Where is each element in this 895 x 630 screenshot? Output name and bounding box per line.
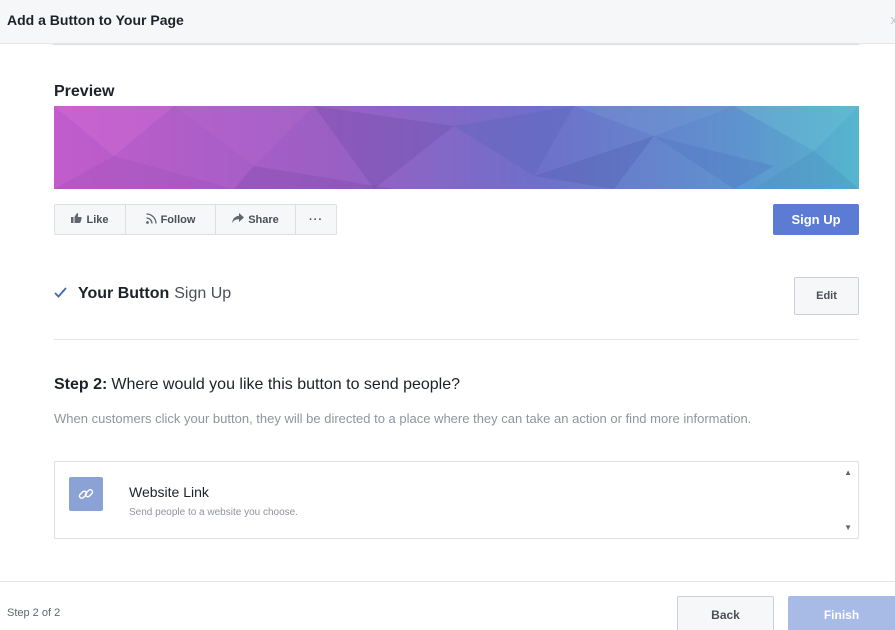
option-subtitle: Send people to a website you choose. (129, 507, 299, 518)
scroll-up-icon[interactable]: ▲ (844, 468, 852, 477)
cover-photo (54, 106, 859, 189)
signup-preview-button[interactable]: Sign Up (773, 204, 859, 235)
thumbs-up-icon (71, 213, 83, 226)
follow-label: Follow (160, 213, 196, 226)
share-button[interactable]: Share (216, 205, 296, 234)
your-button-label: Your Button (78, 285, 170, 302)
your-button-value: Sign Up (174, 285, 232, 302)
follow-button[interactable]: Follow (126, 205, 216, 234)
scroll-down-icon[interactable]: ▼ (844, 523, 852, 532)
edit-button[interactable]: Edit (794, 277, 859, 315)
like-button[interactable]: Like (55, 205, 126, 234)
close-icon[interactable]: x (891, 12, 895, 27)
step-counter: Step 2 of 2 (7, 607, 61, 619)
divider (0, 581, 895, 582)
like-label: Like (86, 213, 109, 226)
divider (54, 339, 859, 340)
step-prefix: Step 2: (54, 376, 108, 393)
share-label: Share (248, 213, 279, 226)
dialog-header: Add a Button to Your Page x (0, 0, 895, 44)
rss-icon (145, 212, 157, 227)
destination-option-list[interactable]: Website Link Send people to a website yo… (54, 461, 859, 539)
link-icon (69, 477, 103, 511)
back-button[interactable]: Back (677, 596, 774, 630)
option-title: Website Link (129, 484, 209, 500)
step-description: When customers click your button, they w… (54, 411, 752, 426)
checkmark-icon (54, 285, 67, 303)
dialog-title: Add a Button to Your Page (7, 12, 184, 28)
page-action-bar: Like Follow Share ··· (54, 204, 337, 235)
step-question: Where would you like this button to send… (111, 376, 461, 393)
step-heading: Step 2: Where would you like this button … (54, 376, 460, 394)
divider (53, 44, 859, 45)
share-arrow-icon (232, 213, 245, 226)
your-button-summary: Your Button Sign Up (54, 285, 231, 303)
more-button[interactable]: ··· (296, 205, 336, 234)
finish-button[interactable]: Finish (788, 596, 895, 630)
more-dots-icon: ··· (309, 213, 323, 226)
preview-title: Preview (54, 83, 115, 100)
